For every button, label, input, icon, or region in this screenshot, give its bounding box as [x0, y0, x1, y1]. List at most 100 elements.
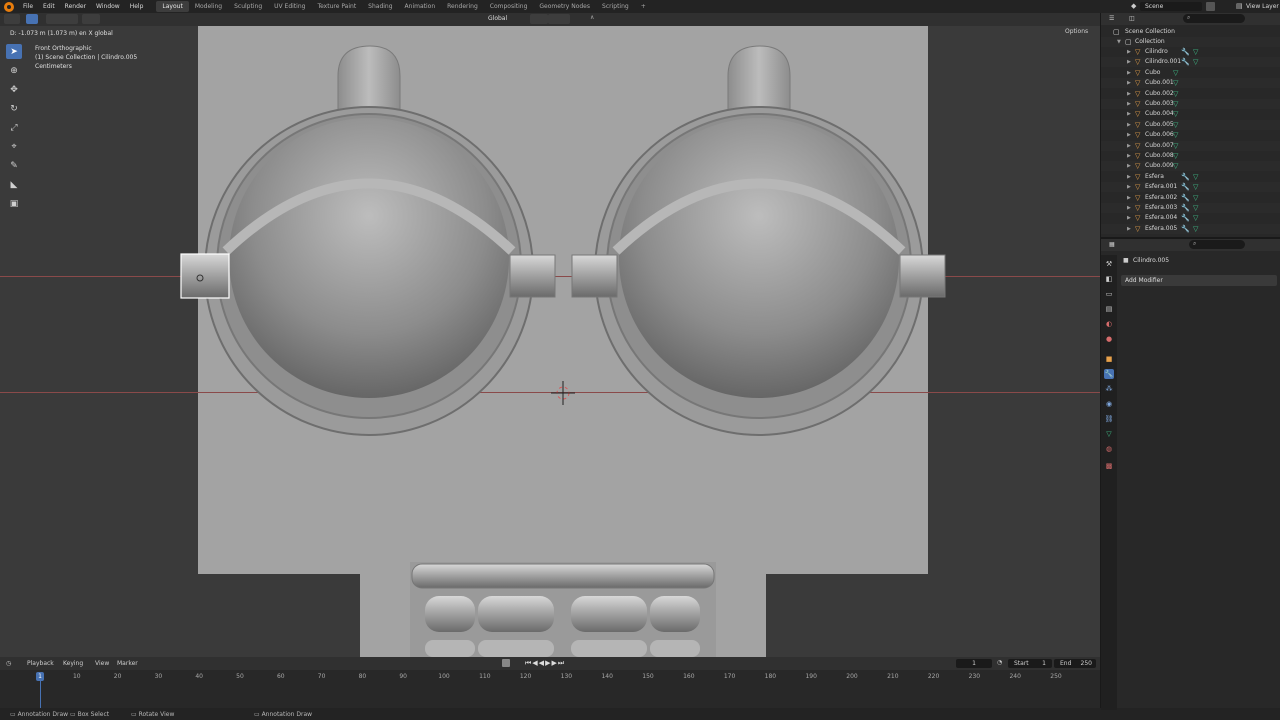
outliner-item[interactable]: ▶ ▽ Cubo.006 ▽: [1101, 130, 1280, 140]
move-tool-icon[interactable]: ✥: [6, 82, 22, 97]
add-modifier-button[interactable]: Add Modifier: [1121, 275, 1277, 286]
expand-arrow-icon[interactable]: ▶: [1127, 141, 1131, 151]
mesh-data-icon[interactable]: ▽: [1173, 141, 1178, 151]
physics-tab-icon[interactable]: ◉: [1104, 399, 1114, 409]
outliner-item[interactable]: ▶ ▽ Cilindro.001 🔧 ▽: [1101, 57, 1280, 68]
mesh-data-icon[interactable]: ▽: [1193, 213, 1198, 223]
expand-arrow-icon[interactable]: ▶: [1127, 182, 1131, 192]
modifier-icon[interactable]: 🔧: [1181, 47, 1190, 57]
modifier-icon[interactable]: 🔧: [1181, 224, 1190, 234]
menu-keying[interactable]: Keying: [63, 660, 83, 667]
object-tab-icon[interactable]: ■: [1104, 354, 1114, 364]
tab-compositing[interactable]: Compositing: [484, 1, 534, 12]
mesh-data-icon[interactable]: ▽: [1173, 109, 1178, 119]
expand-arrow-icon[interactable]: ▶: [1127, 203, 1131, 213]
timeline-body[interactable]: 10 20 30 40 50 60 70 80 90 100 110 120 130 140 150 160 1…: [0, 670, 1100, 708]
editor-type-icon[interactable]: [4, 14, 20, 24]
mesh-data-icon[interactable]: ▽: [1193, 224, 1198, 234]
outliner-item[interactable]: ▶ ▽ Esfera.001 🔧 ▽: [1101, 182, 1280, 193]
timeline-editor-icon[interactable]: ◷: [6, 660, 11, 667]
tab-scripting[interactable]: Scripting: [596, 1, 635, 12]
tab-sculpting[interactable]: Sculpting: [228, 1, 268, 12]
mesh-data-icon[interactable]: ▽: [1193, 182, 1198, 192]
modifier-icon[interactable]: 🔧: [1181, 203, 1190, 213]
measure-tool-icon[interactable]: ◣: [6, 177, 22, 192]
view-layer-field[interactable]: View Layer: [1246, 2, 1280, 11]
tool-tab-icon[interactable]: ⚒: [1104, 259, 1114, 269]
proportional-edit-icon[interactable]: ∧: [590, 14, 600, 24]
expand-arrow-icon[interactable]: ▶: [1127, 47, 1131, 57]
tab-shading[interactable]: Shading: [362, 1, 398, 12]
mesh-data-icon[interactable]: ▽: [1173, 120, 1178, 130]
add-workspace-icon[interactable]: +: [635, 1, 652, 12]
outliner-item[interactable]: ▶ ▽ Esfera.003 🔧 ▽: [1101, 203, 1280, 213]
end-frame-field[interactable]: End 250: [1054, 659, 1096, 668]
expand-arrow-icon[interactable]: ▶: [1127, 99, 1131, 109]
clock-icon[interactable]: ◔: [997, 659, 1002, 666]
menu-view[interactable]: View: [95, 660, 109, 667]
mesh-data-icon[interactable]: ▽: [1173, 78, 1178, 88]
outliner-item[interactable]: ▶ ▽ Cubo.003 ▽: [1101, 99, 1280, 109]
view-layer-icon[interactable]: ▤: [1236, 2, 1244, 11]
tab-texture-paint[interactable]: Texture Paint: [311, 1, 362, 12]
playback-controls[interactable]: ⏮◀◀▶▶⏭: [525, 659, 565, 668]
mesh-data-icon[interactable]: ▽: [1193, 193, 1198, 203]
start-frame-field[interactable]: Start 1: [1008, 659, 1052, 668]
mesh-data-icon[interactable]: ▽: [1173, 130, 1178, 140]
tab-geometry-nodes[interactable]: Geometry Nodes: [533, 1, 596, 12]
annotate-tool-icon[interactable]: ✎: [6, 158, 22, 173]
record-icon[interactable]: [502, 659, 510, 667]
snap-icon[interactable]: [548, 14, 570, 24]
rotate-tool-icon[interactable]: ↻: [6, 101, 22, 116]
select-tool-icon[interactable]: ➤: [6, 44, 22, 59]
mesh-data-icon[interactable]: ▽: [1173, 89, 1178, 99]
tab-layout[interactable]: Layout: [156, 1, 189, 12]
outliner-item[interactable]: ▶ ▽ Cubo.007 ▽: [1101, 140, 1280, 151]
properties-search-input[interactable]: [1189, 240, 1245, 249]
outliner-search-input[interactable]: [1183, 14, 1245, 23]
expand-arrow-icon[interactable]: ▶: [1127, 120, 1131, 130]
menu-file[interactable]: File: [18, 3, 38, 10]
expand-arrow-icon[interactable]: ▶: [1127, 130, 1131, 140]
outliner-item[interactable]: ▶ ▽ Esfera.002 🔧 ▽: [1101, 193, 1280, 203]
modifier-icon[interactable]: 🔧: [1181, 213, 1190, 223]
outliner-scene-collection[interactable]: ▢ Scene Collection: [1101, 27, 1280, 37]
transform-tool-icon[interactable]: ⌖: [6, 139, 22, 154]
outliner-item[interactable]: ▶ ▽ Cubo.004 ▽: [1101, 109, 1280, 119]
scene-tab-icon[interactable]: ◐: [1104, 319, 1114, 329]
material-tab-icon[interactable]: ◍: [1104, 444, 1114, 454]
texture-tab-icon[interactable]: ▩: [1104, 461, 1114, 471]
expand-arrow-icon[interactable]: ▶: [1127, 57, 1131, 67]
scale-tool-icon[interactable]: ⤢: [6, 120, 22, 135]
outliner-item[interactable]: ▶ ▽ Cubo.001 ▽: [1101, 78, 1280, 89]
tab-uv-editing[interactable]: UV Editing: [268, 1, 311, 12]
world-tab-icon[interactable]: ●: [1104, 334, 1114, 344]
tab-animation[interactable]: Animation: [399, 1, 442, 12]
expand-arrow-icon[interactable]: ▶: [1127, 109, 1131, 119]
outliner-item[interactable]: ▶ ▽ Cilindro 🔧 ▽: [1101, 47, 1280, 57]
expand-arrow-icon[interactable]: ▶: [1127, 213, 1131, 223]
mesh-data-icon[interactable]: ▽: [1193, 172, 1198, 182]
outliner-item[interactable]: ▶ ▽ Cubo ▽: [1101, 68, 1280, 78]
tab-modeling[interactable]: Modeling: [189, 1, 228, 12]
menu-help[interactable]: Help: [125, 3, 149, 10]
transform-orientation-select[interactable]: Global: [484, 14, 524, 24]
scene-icon[interactable]: ◆: [1131, 2, 1139, 11]
menu-marker[interactable]: Marker: [117, 660, 138, 667]
outliner-collection[interactable]: ▼ ▢ Collection: [1101, 37, 1280, 47]
modifier-icon[interactable]: 🔧: [1181, 193, 1190, 203]
blender-logo-icon[interactable]: [4, 1, 14, 12]
outliner-editor-icon[interactable]: ☰: [1109, 15, 1114, 22]
menu-render[interactable]: Render: [60, 3, 91, 10]
expand-arrow-icon[interactable]: ▶: [1127, 151, 1131, 161]
new-scene-icon[interactable]: [1206, 2, 1215, 11]
pivot-point-icon[interactable]: [530, 14, 548, 24]
select-mode-icon[interactable]: [26, 14, 38, 24]
mesh-data-icon[interactable]: ▽: [1193, 203, 1198, 213]
current-frame-field[interactable]: 1: [956, 659, 992, 668]
mesh-data-icon[interactable]: ▽: [1173, 99, 1178, 109]
cursor-tool-icon[interactable]: ⊕: [6, 63, 22, 78]
mesh-data-icon[interactable]: ▽: [1193, 47, 1198, 57]
outliner-filter-mode-icon[interactable]: ◫: [1129, 15, 1135, 22]
expand-arrow-icon[interactable]: ▶: [1127, 89, 1131, 99]
